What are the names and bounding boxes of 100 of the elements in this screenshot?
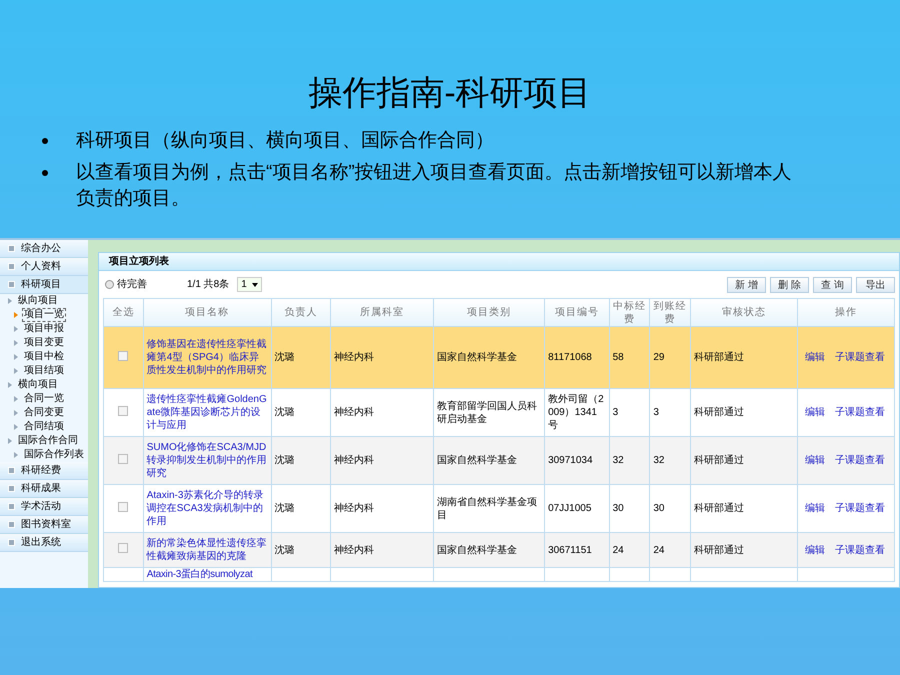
table-cell: 科研部通过 (694, 407, 744, 418)
toolbar-button[interactable]: 导出 (856, 276, 895, 292)
table-cell: 科研部通过 (694, 455, 744, 466)
sidebar-subitem[interactable]: 国际合作合同 (16, 434, 80, 448)
action-link[interactable]: 子课题查看 (835, 351, 886, 364)
table-cell: 科研部通过 (694, 544, 744, 556)
sidebar-subitem[interactable]: 项目变更 (22, 336, 66, 350)
radio-button[interactable] (105, 280, 114, 289)
action-link[interactable]: 子课题查看 (835, 502, 886, 515)
square-icon (8, 521, 15, 528)
sidebar-item[interactable]: 科研成果 (0, 480, 88, 498)
sidebar-subitem[interactable]: 国际合作列表 (22, 448, 86, 462)
sidebar-subitem[interactable]: 项目结项 (22, 364, 66, 378)
toolbar-button[interactable]: 新 增 (727, 276, 766, 292)
table-cell: 3 (653, 407, 659, 418)
action-link[interactable]: 编辑 (805, 454, 826, 467)
table-cell: 神经内科 (334, 352, 374, 363)
checkbox[interactable] (118, 454, 128, 464)
checkbox[interactable] (118, 406, 128, 416)
table-cell: 神经内科 (334, 455, 374, 466)
checkbox[interactable] (118, 350, 128, 360)
table-cell: 07JJ1005 (548, 503, 592, 514)
action-link[interactable]: 子课题查看 (835, 454, 886, 467)
sidebar-item[interactable]: 科研项目 (0, 276, 88, 294)
sidebar-label: 科研成果 (21, 482, 61, 496)
checkbox[interactable] (118, 543, 128, 553)
sidebar-subitem[interactable]: 项目中检 (22, 350, 66, 364)
radio-label: 待完善 (117, 278, 147, 292)
arrow-icon (14, 452, 18, 458)
arrow-icon (8, 438, 12, 444)
arrow-icon (14, 368, 18, 374)
square-icon (8, 503, 15, 510)
arrow-icon (8, 298, 12, 304)
sidebar-label: 综合办公 (21, 242, 61, 256)
table-cell: 81171068 (548, 352, 592, 363)
action-link[interactable]: 子课题查看 (835, 544, 886, 556)
sidebar-subitem[interactable]: 项目一览 (22, 308, 66, 322)
sidebar-label: 图书资料室 (21, 518, 71, 532)
action-link[interactable]: 编辑 (805, 351, 826, 364)
sidebar-subitem[interactable]: 合同一览 (22, 392, 66, 406)
action-link[interactable]: 编辑 (805, 544, 826, 556)
arrow-icon (14, 354, 18, 360)
table-cell: 30 (653, 503, 664, 514)
sidebar-item[interactable]: 综合办公 (0, 240, 88, 258)
table-cell: 沈璐 (274, 455, 295, 466)
arrow-icon (8, 382, 12, 388)
table-cell: 3 (612, 407, 618, 418)
bullet-icon (42, 138, 48, 144)
table-cell: 58 (612, 352, 624, 363)
action-link[interactable]: 编辑 (805, 406, 826, 419)
sidebar-subitem[interactable]: 纵向项目 (16, 294, 60, 308)
checkbox[interactable] (118, 502, 128, 512)
sidebar-label: 个人资料 (21, 260, 61, 274)
square-icon (8, 245, 15, 252)
page-count: 1/1 共8条 (187, 278, 230, 292)
column-header: 项目名称 (143, 298, 272, 326)
action-link[interactable]: 子课题查看 (835, 406, 886, 419)
sidebar-item[interactable]: 图书资料室 (0, 516, 88, 534)
table-cell: 国家自然科学基金 (437, 455, 518, 466)
table-cell: 30671151 (548, 544, 592, 556)
sidebar-item[interactable]: 科研经费 (0, 462, 88, 480)
square-icon (8, 539, 15, 546)
arrow-icon (14, 340, 18, 346)
sidebar-subitem[interactable]: 项目申报 (22, 322, 66, 336)
slide-title: 操作指南-科研项目 (307, 73, 593, 114)
toolbar-button[interactable]: 删 除 (770, 276, 809, 292)
bullet-text: 科研项目（纵向项目、横向项目、国际合作合同） (76, 129, 494, 153)
table-cell: 24 (612, 544, 624, 556)
caret-icon (252, 282, 258, 286)
arrow-icon (14, 424, 18, 430)
action-link[interactable]: 编辑 (805, 502, 826, 515)
bullet-icon (42, 170, 48, 176)
table-cell: 32 (612, 455, 624, 466)
table-cell: 国家自然科学基金 (437, 544, 518, 556)
sidebar-label: 退出系统 (21, 536, 61, 550)
page-select[interactable]: 1 (237, 277, 262, 292)
table-cell: 科研部通过 (694, 352, 744, 363)
square-icon (8, 263, 15, 270)
sidebar-subitem[interactable]: 合同变更 (22, 406, 66, 420)
sidebar-item[interactable]: 个人资料 (0, 258, 88, 276)
arrow-icon (14, 312, 18, 318)
square-icon (8, 467, 15, 474)
table-cell: 32 (653, 455, 664, 466)
sidebar-item[interactable]: 退出系统 (0, 534, 88, 552)
sidebar-item[interactable]: 学术活动 (0, 498, 88, 516)
table-cell: 沈璐 (274, 407, 295, 418)
arrow-icon (14, 326, 18, 332)
sidebar-subitem[interactable]: 合同结项 (22, 420, 66, 434)
panel-title: 项目立项列表 (99, 253, 899, 271)
toolbar-button[interactable]: 查 询 (813, 276, 852, 292)
arrow-icon (14, 410, 18, 416)
sidebar-label: 科研项目 (21, 278, 61, 292)
arrow-icon (14, 396, 18, 402)
table-cell: 沈璐 (274, 352, 295, 363)
column-header: 项目类别 (434, 298, 545, 326)
table-cell: 30971034 (548, 455, 593, 466)
table-cell: 神经内科 (334, 407, 374, 418)
sidebar-subitem[interactable]: 横向项目 (16, 378, 60, 392)
column-header: 全选 (104, 298, 144, 326)
bullet-text: 以查看项目为例，点击“项目名称”按钮进入项目查看页面。点击新增按钮可以新增本人负责的项目。 (76, 161, 793, 211)
